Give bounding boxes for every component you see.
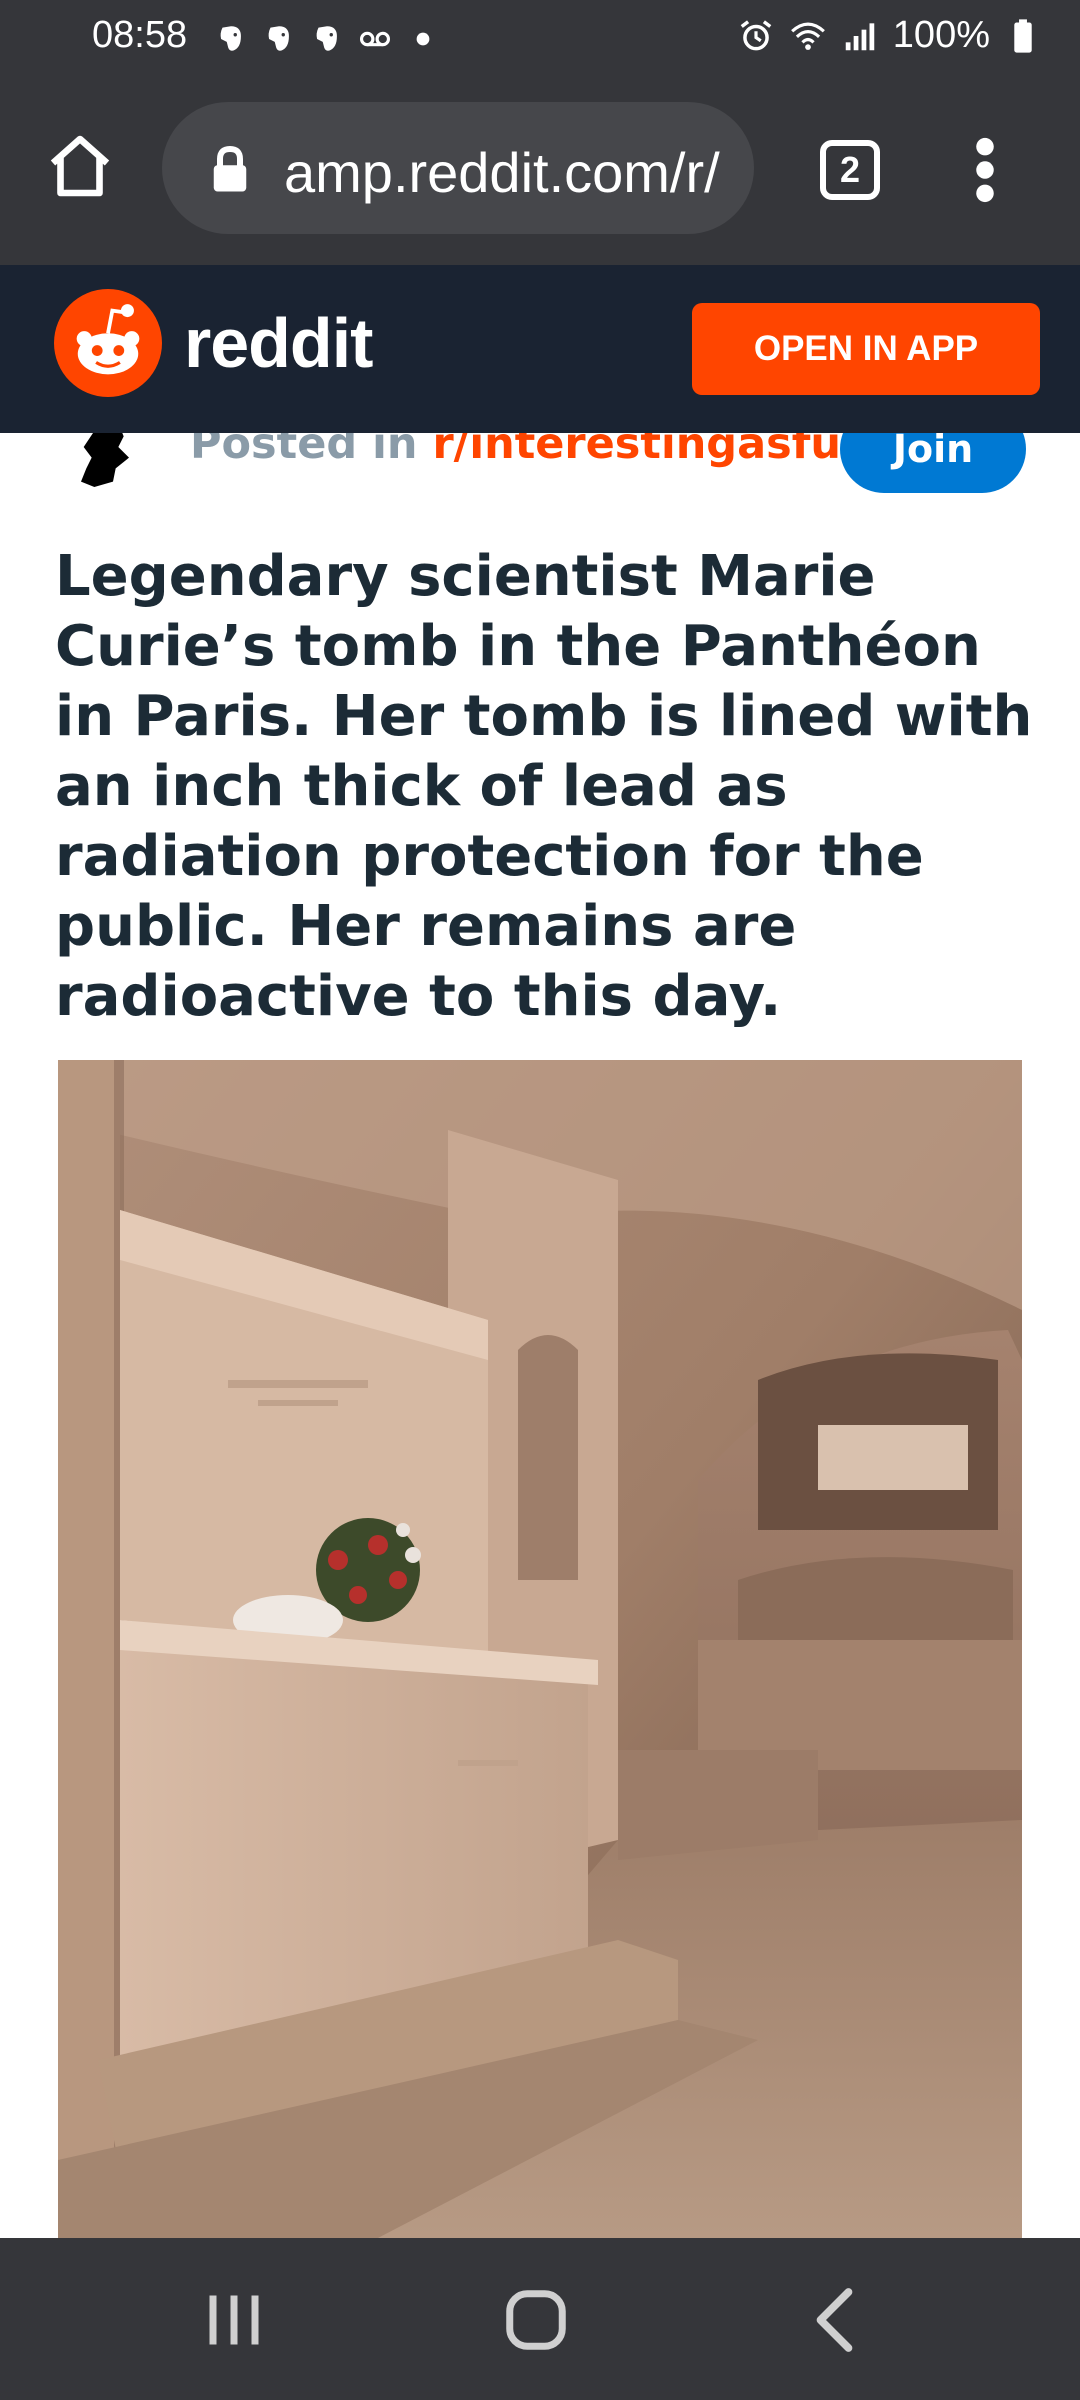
avatar[interactable]	[60, 433, 150, 503]
post-image[interactable]	[58, 1060, 1022, 2238]
post-title[interactable]: Legendary scientist Marie Curie’s tomb i…	[55, 542, 1045, 1032]
notification-icons	[214, 22, 440, 56]
wifi-icon	[790, 22, 825, 50]
reddit-header: reddit OPEN IN APP	[0, 265, 1080, 433]
signal-icon	[845, 22, 875, 50]
system-status-icons: 100%	[737, 14, 1042, 57]
back-icon[interactable]	[796, 2278, 880, 2362]
url-text: amp.reddit.com/r/	[284, 141, 720, 204]
address-bar[interactable]: amp.reddit.com/r/	[162, 102, 754, 234]
home-icon[interactable]	[494, 2278, 578, 2362]
system-nav-bar	[0, 2238, 1080, 2400]
evernote-icon	[268, 26, 289, 51]
more-options-icon[interactable]	[970, 135, 1000, 205]
status-bar: 08:58 100%	[0, 0, 1080, 80]
home-icon[interactable]	[44, 130, 116, 202]
lock-icon	[213, 145, 247, 192]
subreddit-link[interactable]: r/interestingasfuck	[432, 433, 895, 469]
browser-toolbar: amp.reddit.com/r/ 2	[0, 80, 1080, 265]
join-button[interactable]: Join	[840, 433, 1026, 493]
tomb-photo	[58, 1060, 1022, 2238]
status-time: 08:58	[92, 14, 188, 56]
evernote-icon	[316, 26, 337, 51]
posted-in-line: Posted in r/interestingasfuck	[190, 433, 895, 469]
recent-apps-icon[interactable]	[192, 2278, 276, 2362]
tab-switcher-button[interactable]: 2	[820, 140, 880, 200]
voicemail-icon	[359, 31, 391, 47]
battery-icon	[1014, 18, 1032, 53]
reddit-logo-icon[interactable]	[54, 289, 162, 397]
alarm-icon	[740, 19, 772, 50]
tab-count: 2	[839, 149, 861, 190]
battery-percentage: 100%	[892, 14, 990, 56]
dot-icon	[416, 32, 430, 46]
open-in-app-button[interactable]: OPEN IN APP	[692, 303, 1040, 395]
evernote-icon	[220, 26, 241, 51]
posted-in-label: Posted in	[190, 433, 433, 469]
post-meta: Posted in r/interestingasfuck Join	[0, 433, 1080, 523]
reddit-wordmark: reddit	[184, 304, 373, 382]
